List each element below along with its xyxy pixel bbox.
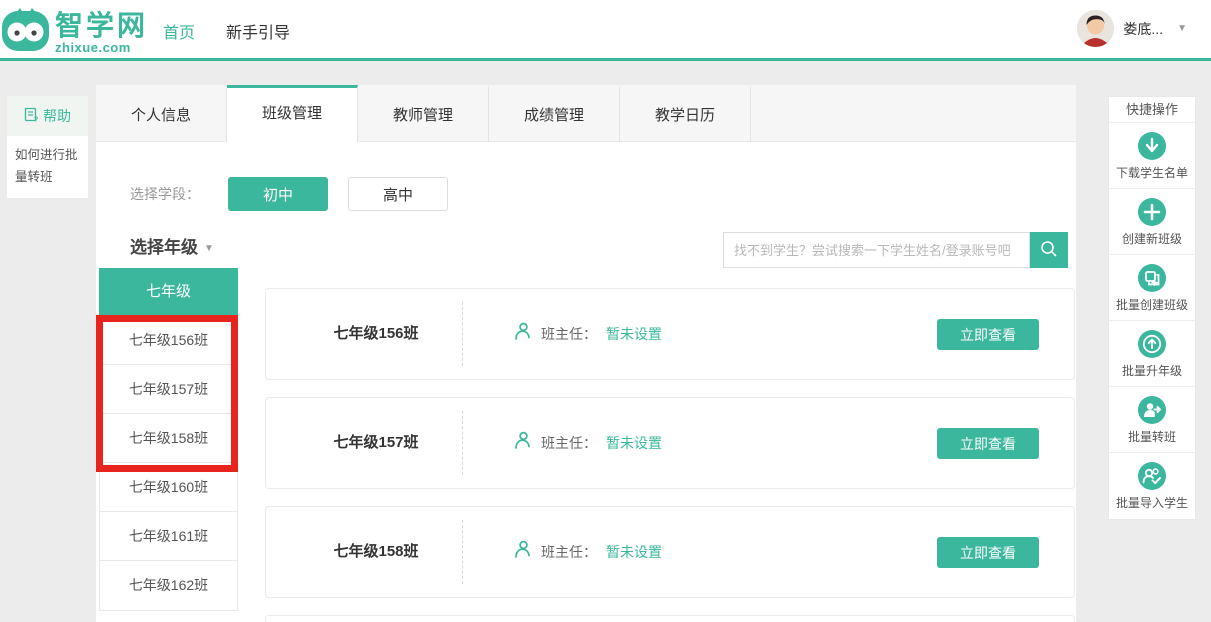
- teacher-label: 班主任：: [541, 324, 597, 344]
- page: 智学网 zhixue.com 首页 新手引导 娄底... ▼: [0, 0, 1211, 622]
- view-now-button[interactable]: 立即查看: [937, 537, 1039, 568]
- person-icon: [513, 540, 532, 564]
- owl-logo-icon: [2, 7, 50, 58]
- list-item-class-162[interactable]: 七年级162班: [100, 561, 237, 610]
- quick-action-label: 批量转班: [1109, 428, 1195, 445]
- tab-personal-info[interactable]: 个人信息: [96, 85, 227, 142]
- tab-teaching-calendar[interactable]: 教学日历: [620, 85, 751, 142]
- class-name: 七年级157班: [296, 398, 456, 488]
- grade-select-label: 选择年级: [130, 238, 198, 257]
- quick-action-label: 下载学生名单: [1109, 164, 1195, 181]
- teacher-label: 班主任：: [541, 433, 597, 453]
- avatar[interactable]: [1077, 10, 1114, 47]
- list-item-class-156[interactable]: 七年级156班: [100, 316, 237, 365]
- user-name: 娄底...: [1123, 19, 1163, 39]
- person-icon: [513, 431, 532, 455]
- quick-actions-panel: 快捷操作 下载学生名单 创建新班级: [1108, 96, 1196, 520]
- quick-actions-title: 快捷操作: [1109, 97, 1195, 123]
- view-now-button[interactable]: 立即查看: [937, 428, 1039, 459]
- download-icon: [1138, 132, 1166, 160]
- list-item-class-161[interactable]: 七年级161班: [100, 512, 237, 561]
- person-icon: [513, 322, 532, 346]
- chevron-down-icon: ▼: [1177, 23, 1187, 34]
- search-button[interactable]: [1030, 232, 1068, 268]
- list-item-class-157[interactable]: 七年级157班: [100, 365, 237, 414]
- list-item-class-160[interactable]: 七年级160班: [100, 463, 237, 512]
- quick-action-batch-create-classes[interactable]: 批量创建班级: [1109, 255, 1195, 321]
- class-name: 七年级156班: [296, 289, 456, 379]
- quick-action-batch-upgrade[interactable]: 批量升年级: [1109, 321, 1195, 387]
- logo-domain: zhixue.com: [55, 41, 148, 54]
- class-card-157: 七年级157班 班主任： 暂未设置 立即查看: [265, 397, 1075, 489]
- import-students-icon: [1138, 462, 1166, 490]
- top-header: 智学网 zhixue.com 首页 新手引导 娄底... ▼: [0, 0, 1211, 61]
- chevron-down-icon: ▼: [204, 243, 214, 254]
- tab-class-management[interactable]: 班级管理: [227, 85, 358, 142]
- class-list: 七年级 七年级156班 七年级157班 七年级158班 七年级160班 七年级1…: [99, 268, 238, 611]
- divider: [462, 302, 463, 366]
- quick-action-download-roster[interactable]: 下载学生名单: [1109, 123, 1195, 189]
- nav-home[interactable]: 首页: [163, 19, 195, 43]
- teacher-not-set-link[interactable]: 暂未设置: [606, 542, 662, 562]
- transfer-icon: [1138, 396, 1166, 424]
- view-now-button[interactable]: 立即查看: [937, 319, 1039, 350]
- divider: [462, 411, 463, 475]
- quick-action-label: 批量创建班级: [1109, 296, 1195, 313]
- quick-action-create-class[interactable]: 创建新班级: [1109, 189, 1195, 255]
- main-panel: 个人信息 班级管理 教师管理 成绩管理 教学日历 选择学段： 初中 高中 选择年…: [96, 85, 1076, 622]
- quick-action-label: 批量导入学生: [1109, 494, 1195, 511]
- divider: [462, 520, 463, 584]
- help-header: ? 帮助: [7, 96, 88, 136]
- student-search-input[interactable]: [723, 232, 1030, 268]
- search-icon: [1039, 239, 1059, 262]
- list-item-class-158[interactable]: 七年级158班: [100, 414, 237, 463]
- quick-action-batch-transfer[interactable]: 批量转班: [1109, 387, 1195, 453]
- class-name: 七年级158班: [296, 507, 456, 597]
- class-card-partial: [265, 615, 1075, 622]
- grade-select-dropdown[interactable]: 选择年级 ▼: [130, 233, 214, 258]
- svg-text:?: ?: [34, 117, 38, 123]
- class-card-156: 七年级156班 班主任： 暂未设置 立即查看: [265, 288, 1075, 380]
- teacher-label: 班主任：: [541, 542, 597, 562]
- zhixue-logo[interactable]: 智学网 zhixue.com: [2, 7, 148, 58]
- quick-action-label: 创建新班级: [1109, 230, 1195, 247]
- plus-icon: [1138, 198, 1166, 226]
- help-doc-icon: ?: [24, 107, 39, 125]
- teacher-not-set-link[interactable]: 暂未设置: [606, 433, 662, 453]
- teacher-not-set-link[interactable]: 暂未设置: [606, 324, 662, 344]
- batch-create-icon: [1138, 264, 1166, 292]
- upgrade-icon: [1138, 330, 1166, 358]
- user-menu[interactable]: 娄底... ▼: [1077, 10, 1187, 47]
- class-list-header-grade7[interactable]: 七年级: [99, 268, 238, 316]
- quick-action-batch-import-students[interactable]: 批量导入学生: [1109, 453, 1195, 519]
- logo-title: 智学网: [55, 12, 148, 40]
- tab-score-management[interactable]: 成绩管理: [489, 85, 620, 142]
- quick-action-label: 批量升年级: [1109, 362, 1195, 379]
- tab-bar: 个人信息 班级管理 教师管理 成绩管理 教学日历: [96, 85, 1076, 142]
- help-link-batch-transfer[interactable]: 如何进行批量转班: [15, 145, 80, 189]
- stage-junior-button[interactable]: 初中: [228, 177, 328, 211]
- help-panel: ? 帮助 如何进行批量转班: [7, 96, 88, 198]
- stage-filter-label: 选择学段：: [130, 177, 200, 211]
- tab-teacher-management[interactable]: 教师管理: [358, 85, 489, 142]
- stage-senior-button[interactable]: 高中: [348, 177, 448, 211]
- nav-newbie-guide[interactable]: 新手引导: [226, 19, 290, 43]
- class-card-158: 七年级158班 班主任： 暂未设置 立即查看: [265, 506, 1075, 598]
- help-title: 帮助: [43, 106, 71, 126]
